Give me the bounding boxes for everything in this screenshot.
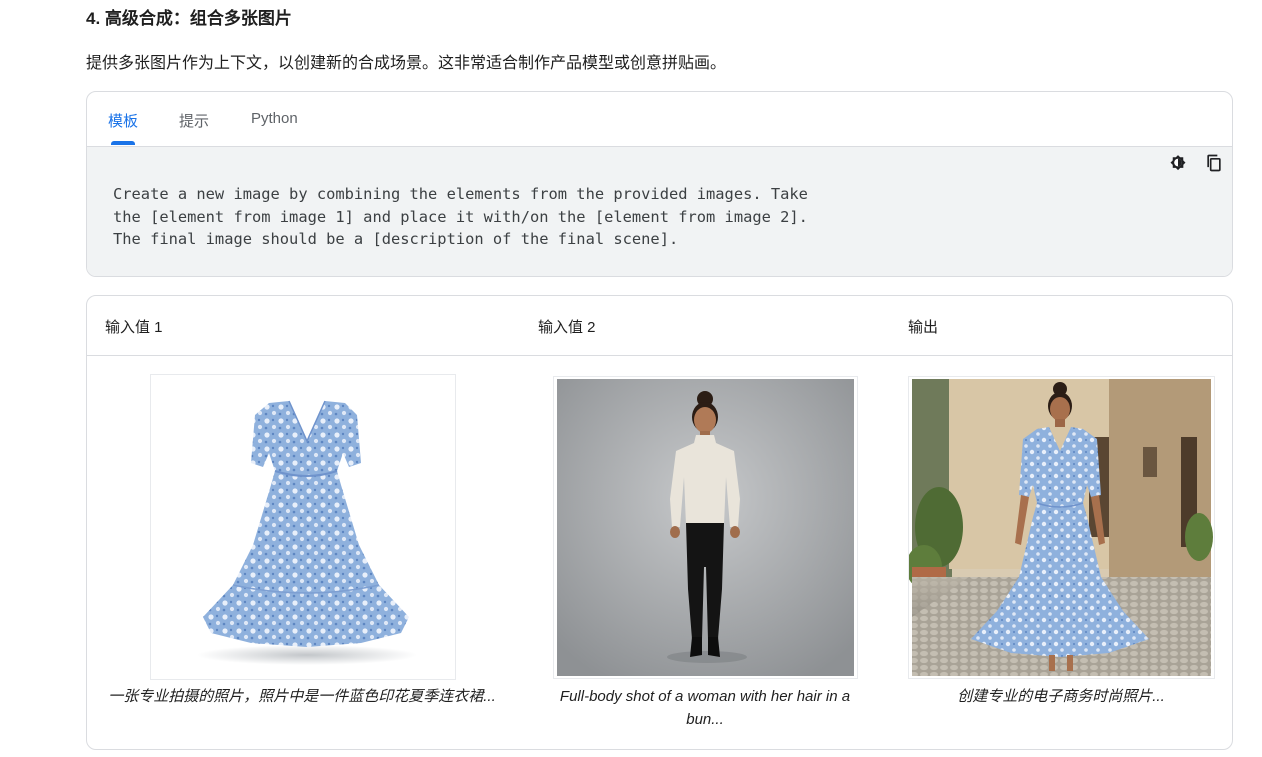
header-input-1: 输入值 1 <box>105 319 163 336</box>
tab-python[interactable]: Python <box>251 110 298 127</box>
code-line: Create a new image by combining the elem… <box>113 185 808 203</box>
code-tabs: 模板 提示 Python <box>87 92 1232 147</box>
caption-input-1: 一张专业拍摄的照片，照片中是一件蓝色印花夏季连衣裙... <box>108 688 496 705</box>
section-title: 4. 高级合成：组合多张图片 <box>86 9 292 28</box>
copy-icon[interactable] <box>1204 153 1224 173</box>
tab-template[interactable]: 模板 <box>108 110 138 131</box>
output-image-composite[interactable] <box>908 376 1215 679</box>
theme-toggle-icon[interactable] <box>1168 153 1188 173</box>
tab-prompt[interactable]: 提示 <box>179 110 209 131</box>
input-image-2-model[interactable] <box>553 376 858 679</box>
example-table: 输入值 1 输入值 2 输出 一张专业拍摄的照片，照片中是一件蓝色印花夏季连衣裙… <box>86 295 1233 750</box>
section-intro: 提供多张图片作为上下文，以创建新的合成场景。这非常适合制作产品模型或创意拼贴画。 <box>86 55 727 72</box>
code-line: The final image should be a [description… <box>113 230 679 248</box>
caption-input-2: Full-body shot of a woman with her hair … <box>559 688 851 728</box>
code-block: Create a new image by combining the elem… <box>87 147 1232 276</box>
active-tab-indicator <box>111 141 135 145</box>
prompt-code-card: 模板 提示 Python Create a new image by combi… <box>86 91 1233 277</box>
header-output: 输出 <box>908 319 939 336</box>
header-divider <box>87 355 1232 356</box>
input-image-1-dress[interactable] <box>150 374 456 680</box>
header-input-2: 输入值 2 <box>538 319 596 336</box>
code-text: Create a new image by combining the elem… <box>113 183 808 251</box>
code-line: the [element from image 1] and place it … <box>113 207 808 226</box>
caption-output: 创建专业的电子商务时尚照片... <box>957 688 1165 705</box>
